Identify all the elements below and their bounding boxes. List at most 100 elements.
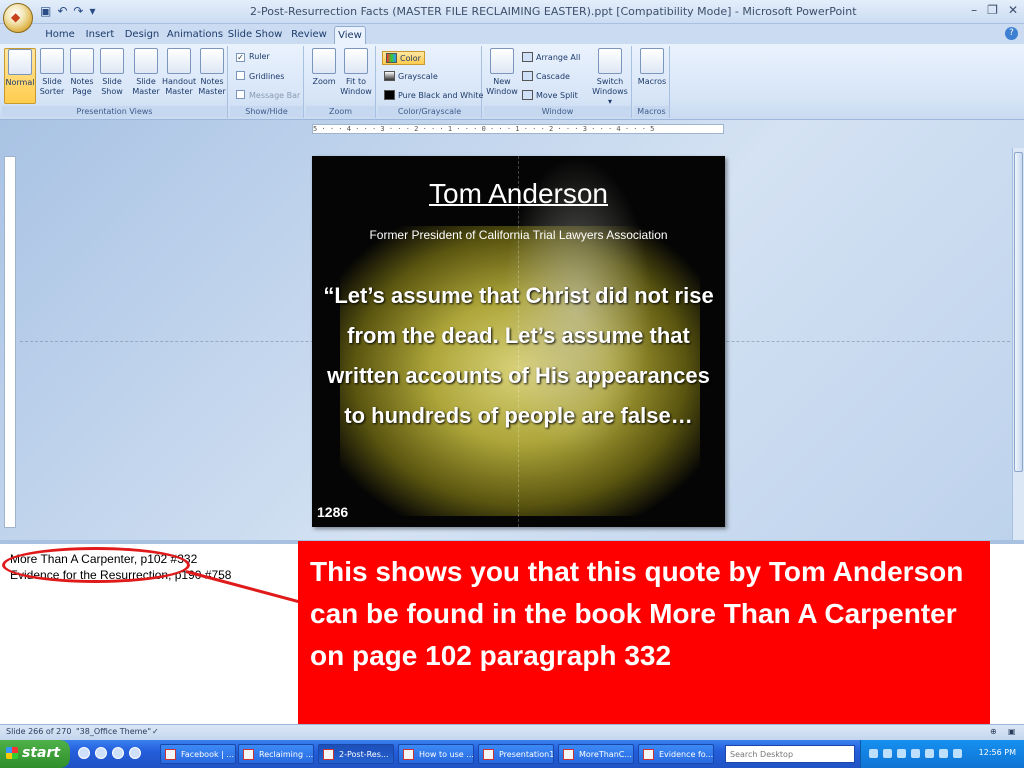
taskbar-item-presentation1[interactable]: Presentation1 bbox=[478, 744, 554, 764]
desktop-search-input[interactable]: Search Desktop bbox=[725, 745, 855, 763]
normal-view-button[interactable]: Normal bbox=[4, 48, 36, 104]
clock[interactable]: 12:56 PM bbox=[979, 748, 1016, 757]
tab-view[interactable]: View bbox=[334, 26, 366, 44]
arrange-all-icon bbox=[522, 52, 533, 62]
tab-home[interactable]: Home bbox=[40, 26, 80, 44]
tab-review[interactable]: Review bbox=[288, 26, 330, 44]
tray-icon[interactable] bbox=[869, 749, 878, 758]
notes-master-icon bbox=[200, 48, 224, 74]
tab-design[interactable]: Design bbox=[120, 26, 164, 44]
switch-windows-button[interactable]: Switch Windows ▾ bbox=[590, 48, 630, 107]
spellcheck-icon[interactable]: ✓ bbox=[152, 727, 159, 736]
quick-access-toolbar: ▣ ↶ ↷ ▾ bbox=[40, 4, 96, 18]
theme-name[interactable]: "38_Office Theme" bbox=[76, 727, 151, 736]
tray-icon[interactable] bbox=[911, 749, 920, 758]
help-icon[interactable]: ? bbox=[1005, 27, 1018, 40]
tray-icon[interactable] bbox=[883, 749, 892, 758]
new-window-button[interactable]: New Window bbox=[486, 48, 518, 97]
scrollbar-thumb[interactable] bbox=[1014, 152, 1023, 472]
ribbon-tabs: Home Insert Design Animations Slide Show… bbox=[0, 24, 1024, 44]
gridlines-checkbox[interactable]: Gridlines bbox=[236, 71, 284, 81]
zoom-in-icon[interactable]: ⊕ bbox=[990, 727, 997, 736]
notes-page-icon bbox=[70, 48, 94, 74]
window-title: 2-Post-Resurrection Facts (MASTER FILE R… bbox=[250, 5, 857, 18]
save-icon[interactable]: ▣ bbox=[40, 4, 51, 18]
callout-pointer-line bbox=[185, 570, 307, 606]
slide-sorter-button[interactable]: Slide Sorter bbox=[38, 48, 66, 97]
group-label: Presentation Views bbox=[2, 106, 227, 117]
customize-qat-icon[interactable]: ▾ bbox=[89, 4, 95, 18]
switch-windows-icon bbox=[598, 48, 622, 74]
fit-slide-icon[interactable]: ▣ bbox=[1008, 727, 1016, 736]
color-swatch-icon bbox=[386, 53, 397, 63]
move-split-button[interactable]: Move Split bbox=[522, 90, 578, 100]
grayscale-button[interactable]: Grayscale bbox=[384, 71, 438, 81]
restore-button[interactable]: ❐ bbox=[987, 3, 998, 17]
start-button[interactable]: start bbox=[0, 740, 70, 768]
title-bar: ◆ ▣ ↶ ↷ ▾ 2-Post-Resurrection Facts (MAS… bbox=[0, 0, 1024, 33]
vertical-ruler[interactable] bbox=[4, 156, 16, 528]
slide-editing-pane[interactable]: 5 · · · 4 · · · 3 · · · 2 · · · 1 · · · … bbox=[0, 120, 1024, 540]
slide-master-button[interactable]: Slide Master bbox=[132, 48, 160, 97]
powerpoint-icon bbox=[403, 749, 414, 760]
notes-pane[interactable]: More Than A Carpenter, p102 #332 Evidenc… bbox=[0, 540, 1024, 733]
taskbar-item-evidence[interactable]: Evidence fo... bbox=[638, 744, 714, 764]
tray-icon[interactable] bbox=[939, 749, 948, 758]
taskbar-item-facebook[interactable]: Facebook | ... bbox=[160, 744, 236, 764]
tray-icon[interactable] bbox=[925, 749, 934, 758]
quicklaunch-icon[interactable] bbox=[78, 747, 90, 759]
slide-title[interactable]: Tom Anderson bbox=[312, 178, 725, 210]
zoom-button[interactable]: Zoom bbox=[310, 48, 338, 87]
handout-master-button[interactable]: Handout Master bbox=[162, 48, 196, 97]
vertical-scrollbar[interactable] bbox=[1012, 148, 1024, 540]
group-label: Window bbox=[484, 106, 631, 117]
close-button[interactable]: ✕ bbox=[1008, 3, 1018, 17]
taskbar-item-morethanc[interactable]: MoreThanC... bbox=[558, 744, 634, 764]
undo-icon[interactable]: ↶ bbox=[57, 4, 67, 18]
slide-canvas[interactable]: Tom Anderson Former President of Califor… bbox=[312, 156, 725, 527]
group-label: Macros bbox=[634, 106, 669, 117]
office-button[interactable]: ◆ bbox=[3, 3, 33, 33]
pdf-icon bbox=[563, 749, 574, 760]
fit-to-window-button[interactable]: Fit to Window bbox=[340, 48, 372, 97]
color-button[interactable]: Color bbox=[382, 51, 425, 65]
quicklaunch-icon[interactable] bbox=[129, 747, 141, 759]
slide-quote[interactable]: “Let’s assume that Christ did not rise f… bbox=[317, 276, 720, 436]
normal-view-icon bbox=[8, 49, 32, 75]
ruler-checkbox[interactable]: ✓ Ruler bbox=[236, 52, 270, 62]
tray-icon[interactable] bbox=[953, 749, 962, 758]
powerpoint-icon bbox=[323, 749, 334, 760]
slide-show-icon bbox=[100, 48, 124, 74]
redo-icon[interactable]: ↷ bbox=[73, 4, 83, 18]
taskbar-item-how-to-use[interactable]: How to use ... bbox=[398, 744, 474, 764]
pure-black-white-button[interactable]: Pure Black and White bbox=[384, 90, 483, 100]
magnifier-icon bbox=[312, 48, 336, 74]
office-logo-icon: ◆ bbox=[11, 10, 21, 24]
macros-button[interactable]: Macros bbox=[636, 48, 668, 87]
quicklaunch-icon[interactable] bbox=[112, 747, 124, 759]
slide-show-button[interactable]: Slide Show bbox=[98, 48, 126, 97]
taskbar-item-reclaiming[interactable]: Reclaiming ... bbox=[238, 744, 314, 764]
group-color-grayscale: Color Grayscale Pure Black and White Col… bbox=[378, 46, 483, 118]
minimize-button[interactable]: – bbox=[971, 3, 977, 17]
notes-page-button[interactable]: Notes Page bbox=[68, 48, 96, 97]
group-label: Color/Grayscale bbox=[378, 106, 481, 117]
group-label: Zoom bbox=[306, 106, 375, 117]
message-bar-checkbox[interactable]: Message Bar bbox=[236, 90, 300, 100]
horizontal-ruler[interactable]: 5 · · · 4 · · · 3 · · · 2 · · · 1 · · · … bbox=[312, 124, 724, 134]
cascade-button[interactable]: Cascade bbox=[522, 71, 570, 81]
notes-master-button[interactable]: Notes Master bbox=[198, 48, 226, 97]
folder-icon bbox=[243, 749, 254, 760]
status-bar: Slide 266 of 270 "38_Office Theme" ✓ ⊕ ▣ bbox=[0, 724, 1024, 740]
tab-insert[interactable]: Insert bbox=[80, 26, 120, 44]
arrange-all-button[interactable]: Arrange All bbox=[522, 52, 580, 62]
tab-animations[interactable]: Animations bbox=[166, 26, 224, 44]
powerpoint-icon bbox=[483, 749, 494, 760]
quicklaunch-icon[interactable] bbox=[95, 747, 107, 759]
slide-subtitle[interactable]: Former President of California Trial Law… bbox=[312, 228, 725, 242]
slide-number[interactable]: 1286 bbox=[317, 504, 348, 520]
tab-slide-show[interactable]: Slide Show bbox=[226, 26, 284, 44]
taskbar-item-powerpoint[interactable]: 2-Post-Res... bbox=[318, 744, 394, 764]
group-zoom: Zoom Fit to Window Zoom bbox=[306, 46, 376, 118]
tray-icon[interactable] bbox=[897, 749, 906, 758]
